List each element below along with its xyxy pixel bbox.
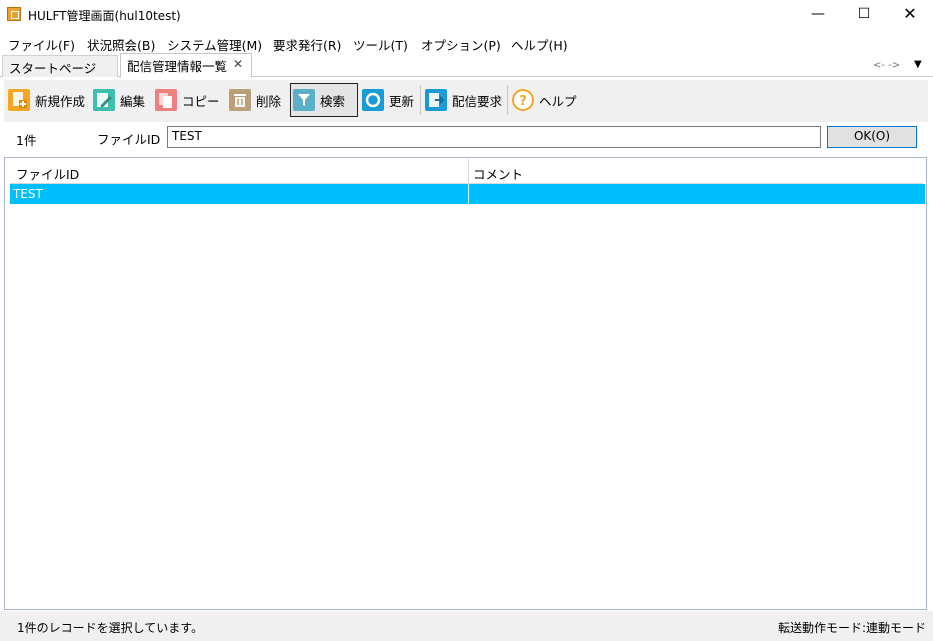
new-button[interactable]: 新規作成 bbox=[6, 83, 87, 117]
menu-bar: ファイル(F) 状況照会(B) システム管理(M) 要求発行(R) ツール(T)… bbox=[0, 32, 933, 53]
search-button-label: 検索 bbox=[320, 93, 346, 109]
send-request-button-label: 配信要求 bbox=[452, 93, 503, 109]
send-request-icon bbox=[425, 89, 447, 111]
filter-icon bbox=[293, 89, 315, 111]
search-button[interactable]: 検索 bbox=[290, 83, 358, 117]
send-request-button[interactable]: 配信要求 bbox=[423, 83, 504, 117]
refresh-icon bbox=[362, 89, 384, 111]
trash-icon bbox=[229, 89, 251, 111]
delete-button-label: 削除 bbox=[256, 93, 282, 109]
results-grid[interactable]: ファイルID コメント TEST bbox=[4, 157, 927, 610]
status-selection-text: 1件のレコードを選択しています。 bbox=[17, 621, 204, 635]
cell-fileid: TEST bbox=[13, 187, 43, 201]
help-button[interactable]: ? ヘルプ bbox=[510, 83, 579, 117]
tab-label: 配信管理情報一覧 bbox=[127, 59, 228, 74]
new-button-label: 新規作成 bbox=[35, 93, 86, 109]
column-header-comment[interactable]: コメント bbox=[473, 164, 523, 183]
tab-list-dropdown-icon[interactable]: ▼ bbox=[914, 59, 922, 70]
tab-close-icon[interactable]: ✕ bbox=[233, 57, 243, 71]
copy-button-label: コピー bbox=[182, 93, 220, 109]
refresh-button-label: 更新 bbox=[389, 93, 415, 109]
tab-start-page[interactable]: スタートページ bbox=[2, 55, 118, 77]
close-button[interactable]: ✕ bbox=[887, 0, 933, 30]
grid-header: ファイルID コメント bbox=[10, 159, 923, 184]
status-transfer-mode: 転送動作モード:連動モード bbox=[777, 621, 926, 635]
edit-button[interactable]: 編集 bbox=[91, 83, 147, 117]
edit-button-label: 編集 bbox=[120, 93, 146, 109]
column-divider[interactable] bbox=[468, 159, 469, 184]
refresh-button[interactable]: 更新 bbox=[360, 83, 416, 117]
fileid-label: ファイルID bbox=[97, 132, 161, 147]
help-button-label: ヘルプ bbox=[539, 93, 577, 109]
minimize-button[interactable]: — bbox=[795, 0, 841, 30]
title-bar: HULFT管理画面(hul10test) — ☐ ✕ bbox=[0, 0, 933, 30]
document-tabs: スタートページ 配信管理情報一覧 ✕ <- -> ▼ bbox=[0, 52, 933, 78]
toolbar-separator bbox=[507, 85, 508, 115]
tab-delivery-management-list[interactable]: 配信管理情報一覧 ✕ bbox=[120, 53, 252, 78]
status-bar: 1件のレコードを選択しています。 転送動作モード:連動モード bbox=[0, 611, 933, 641]
ok-button[interactable]: OK(O) bbox=[827, 126, 917, 148]
column-header-fileid[interactable]: ファイルID bbox=[16, 164, 79, 183]
tab-label: スタートページ bbox=[9, 61, 97, 76]
help-icon: ? bbox=[512, 89, 534, 111]
cell-divider bbox=[468, 184, 469, 204]
svg-text:?: ? bbox=[519, 94, 527, 109]
copy-icon bbox=[155, 89, 177, 111]
delete-button[interactable]: 削除 bbox=[227, 83, 283, 117]
tab-scroll-arrows[interactable]: <- -> bbox=[873, 60, 900, 71]
new-document-icon bbox=[8, 89, 30, 111]
table-row[interactable]: TEST bbox=[10, 184, 925, 204]
edit-icon bbox=[93, 89, 115, 111]
hulft-app-icon bbox=[7, 7, 21, 21]
record-count: 1件 bbox=[16, 133, 37, 148]
maximize-button[interactable]: ☐ bbox=[841, 0, 887, 30]
toolbar: 新規作成 編集 コピー 削除 検索 更新 配信要求 ? ヘルプ bbox=[4, 80, 928, 122]
window-title: HULFT管理画面(hul10test) bbox=[28, 9, 181, 23]
filter-bar: 1件 ファイルID TEST OK(O) bbox=[4, 122, 928, 152]
copy-button[interactable]: コピー bbox=[153, 83, 222, 117]
fileid-input[interactable]: TEST bbox=[167, 126, 821, 148]
toolbar-separator bbox=[420, 85, 421, 115]
